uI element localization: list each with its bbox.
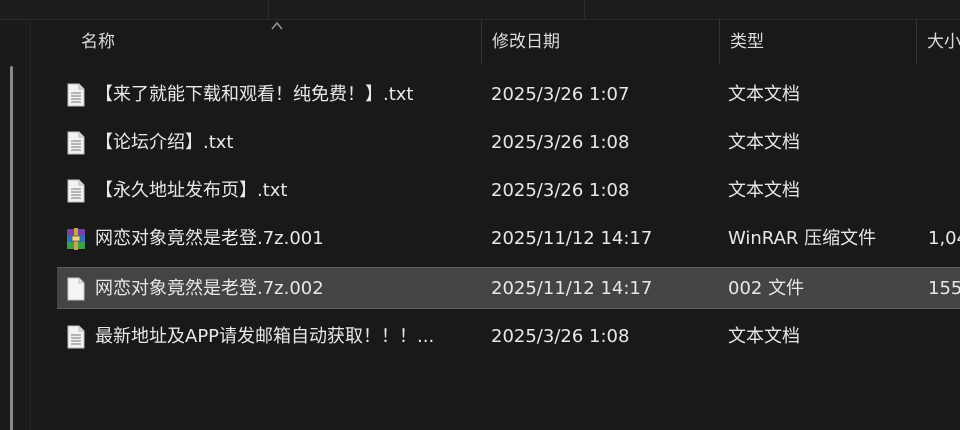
file-size — [928, 316, 960, 358]
file-modified-date: 2025/3/26 1:08 — [491, 180, 630, 201]
file-modified-date: 2025/11/12 14:17 — [491, 228, 653, 249]
file-size — [928, 170, 960, 212]
file-size: 155 — [928, 278, 960, 299]
file-modified-date: 2025/3/26 1:07 — [491, 84, 630, 105]
column-header-date[interactable]: 修改日期 — [482, 20, 719, 64]
file-row[interactable]: 网恋对象竟然是老登.7z.001 2025/11/12 14:17 WinRAR… — [57, 218, 960, 260]
column-header-type[interactable]: 类型 — [720, 20, 916, 64]
file-modified-date: 2025/3/26 1:08 — [491, 132, 630, 153]
file-row[interactable]: 【论坛介绍】.txt 2025/3/26 1:08 文本文档 — [57, 122, 960, 164]
file-name: 【来了就能下载和观看！纯免费！】.txt — [95, 84, 414, 105]
file-explorer-window: 名称 修改日期 类型 大小 【来了就能下载和观看！纯免费！】.txt 2025/… — [0, 0, 960, 430]
file-type: 文本文档 — [728, 132, 800, 153]
file-size — [928, 74, 960, 116]
file-row[interactable]: 最新地址及APP请发邮箱自动获取！！！... 2025/3/26 1:08 文本… — [57, 316, 960, 358]
pane-divider[interactable] — [30, 20, 31, 430]
text-file-icon — [67, 325, 85, 349]
file-name: 【永久地址发布页】.txt — [95, 180, 288, 201]
file-modified-date: 2025/11/12 14:17 — [491, 278, 653, 299]
navigation-pane — [0, 20, 30, 430]
column-header-size[interactable]: 大小 — [917, 20, 960, 64]
file-name: 最新地址及APP请发邮箱自动获取！！！... — [95, 326, 435, 347]
file-name: 【论坛介绍】.txt — [95, 132, 234, 153]
file-size — [928, 122, 960, 164]
file-type: 002 文件 — [728, 278, 805, 299]
file-size: 1,04 — [928, 228, 960, 249]
toolbar-separator — [268, 0, 269, 19]
file-name: 网恋对象竟然是老登.7z.002 — [95, 278, 324, 299]
column-header: 名称 修改日期 类型 大小 — [31, 20, 960, 64]
text-file-icon — [67, 83, 85, 107]
text-file-icon — [67, 179, 85, 203]
navigation-scrollbar[interactable] — [10, 66, 13, 430]
top-toolbar-strip — [0, 0, 960, 20]
file-row[interactable]: 【永久地址发布页】.txt 2025/3/26 1:08 文本文档 — [57, 170, 960, 212]
file-type: 文本文档 — [728, 326, 800, 347]
winrar-archive-icon — [67, 228, 85, 250]
column-header-name[interactable]: 名称 — [71, 20, 481, 64]
file-type: WinRAR 压缩文件 — [728, 228, 877, 249]
file-row[interactable]: 【来了就能下载和观看！纯免费！】.txt 2025/3/26 1:07 文本文档 — [57, 74, 960, 116]
file-type: 文本文档 — [728, 84, 800, 105]
text-file-icon — [67, 131, 85, 155]
file-row-selected[interactable]: 网恋对象竟然是老登.7z.002 2025/11/12 14:17 002 文件… — [57, 267, 960, 309]
file-type: 文本文档 — [728, 180, 800, 201]
file-modified-date: 2025/3/26 1:08 — [491, 326, 630, 347]
toolbar-separator — [584, 0, 585, 19]
file-name: 网恋对象竟然是老登.7z.001 — [95, 228, 324, 249]
blank-file-icon — [67, 277, 85, 301]
